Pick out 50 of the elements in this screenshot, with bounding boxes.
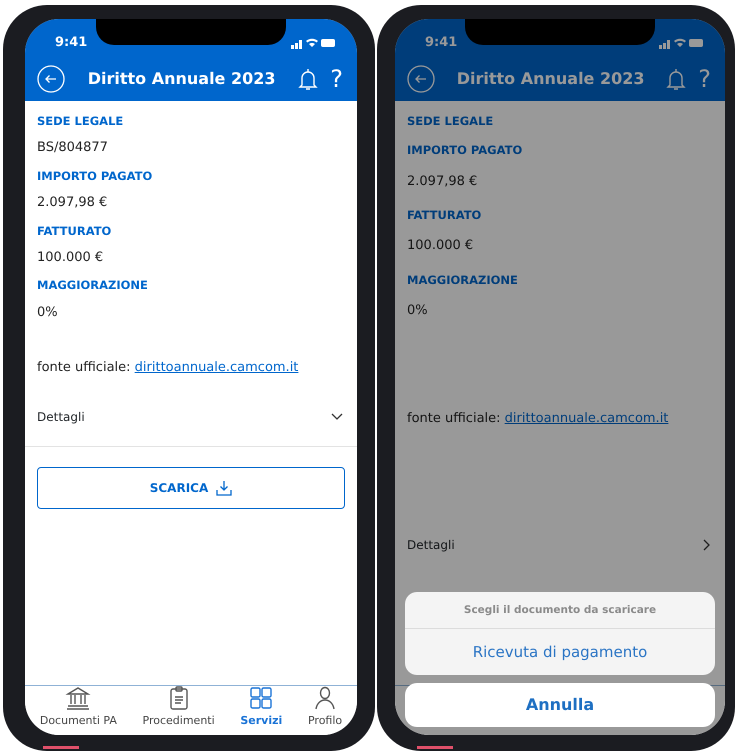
sheet-title: Scegli il documento da scaricare <box>405 592 715 628</box>
field-label: MAGGIORAZIONE <box>37 277 149 294</box>
source-text: fonte ufficiale: dirittoannuale.camcom.it <box>37 359 300 377</box>
status-icons <box>659 36 703 49</box>
download-button[interactable]: SCARICA <box>37 466 345 508</box>
chevron-right-icon <box>703 539 711 551</box>
details-row[interactable]: Dettagli <box>395 506 725 574</box>
download-icon <box>216 480 232 496</box>
field-value: 100.000 € <box>37 248 104 267</box>
source-text: fonte ufficiale: dirittoannuale.camcom.it <box>407 410 670 428</box>
field-label: SEDE LEGALE <box>407 113 494 130</box>
screen-title: Diritto Annuale 2023 <box>456 68 646 90</box>
details-row[interactable]: Dettagli <box>25 378 357 446</box>
status-time: 9:41 <box>55 34 88 52</box>
source-link[interactable]: dirittoannuale.camcom.it <box>504 410 668 426</box>
sheet-option[interactable]: Ricevuta di pagamento <box>405 628 715 675</box>
back-icon[interactable] <box>37 64 65 92</box>
bank-icon <box>65 684 92 710</box>
details-label: Dettagli <box>407 537 455 554</box>
tab-item[interactable]: Documenti PA <box>40 684 117 729</box>
tab-item[interactable]: Profilo <box>308 684 342 729</box>
back-icon[interactable] <box>407 64 435 92</box>
field-label: SEDE LEGALE <box>37 113 124 130</box>
field-label: FATTURATO <box>407 207 482 224</box>
field-value: 0% <box>37 304 59 322</box>
status-time: 9:41 <box>425 34 458 52</box>
bell-icon[interactable] <box>298 66 318 90</box>
tab-item[interactable]: Procedimenti <box>142 684 215 729</box>
field-label: MAGGIORAZIONE <box>407 272 519 289</box>
bell-icon[interactable] <box>666 66 686 90</box>
home-indicator <box>417 746 453 749</box>
field-value: 2.097,98 € <box>37 194 108 212</box>
source-link[interactable]: dirittoannuale.camcom.it <box>134 360 298 375</box>
field-value: 0% <box>407 302 429 320</box>
field-value: BS/804877 <box>37 139 109 158</box>
field-label: FATTURATO <box>37 222 112 240</box>
cancel-button[interactable]: Annulla <box>405 683 715 727</box>
screen-title: Diritto Annuale 2023 <box>86 68 277 90</box>
chevron-down-icon <box>331 412 343 420</box>
status-icons <box>291 36 335 49</box>
field-value: 100.000 € <box>407 237 474 256</box>
field-label: IMPORTO PAGATO <box>37 168 154 185</box>
home-indicator <box>43 746 79 749</box>
field-label: IMPORTO PAGATO <box>407 142 524 160</box>
grid-icon <box>248 684 274 710</box>
help-icon[interactable]: ? <box>326 66 347 90</box>
help-icon[interactable]: ? <box>694 66 715 90</box>
details-label: Dettagli <box>37 408 85 426</box>
tab-item[interactable]: Servizi <box>240 684 282 729</box>
field-value: 2.097,98 € <box>407 172 478 190</box>
